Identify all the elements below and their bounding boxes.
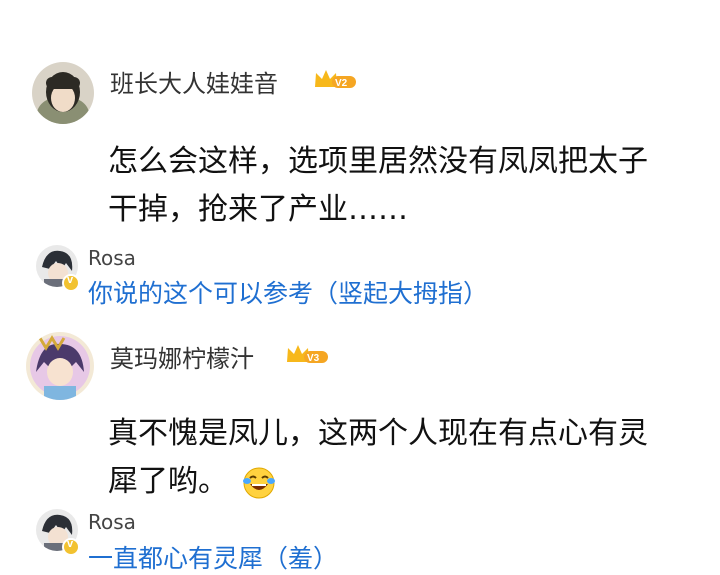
vip-level-badge: V3 <box>284 342 330 366</box>
comment-line-1: 真不愧是凤儿，这两个人现在有点心有灵 <box>108 416 648 451</box>
commenter-avatar[interactable] <box>32 62 94 124</box>
comment-line-2-text: 犀了哟。 <box>108 464 228 499</box>
comment-line-2: 干掉，抢来了产业…… <box>108 192 408 227</box>
reply-username[interactable]: Rosa <box>88 510 136 534</box>
comment-1: 班长大人娃娃音 V2 怎么会这样，选项里居然没有凤凤把太子 干掉，抢来了产业……… <box>0 0 720 308</box>
verified-badge-icon: v <box>62 274 80 292</box>
verified-badge-text: v <box>67 274 74 286</box>
vip-level-badge: V2 <box>312 67 358 91</box>
laughing-tears-emoji-icon <box>242 466 276 500</box>
comment-line-1: 怎么会这样，选项里居然没有凤凤把太子 <box>108 144 648 179</box>
crown-icon: V2 <box>315 70 356 89</box>
reply-text: 你说的这个可以参考（竖起大拇指） <box>88 279 489 308</box>
reply-text: 一直都心有灵犀（羞） <box>88 544 339 573</box>
comment-2: 莫玛娜柠檬汁 V3 真不愧是凤儿，这两个人现在有点心有灵 犀了哟。 v Rosa… <box>0 320 720 573</box>
verified-badge-icon: v <box>62 538 80 556</box>
commenter-username[interactable]: 班长大人娃娃音 <box>110 64 278 99</box>
vip-level-text: V2 <box>335 78 348 89</box>
comment-text: 怎么会这样，选项里居然没有凤凤把太子 干掉，抢来了产业…… <box>108 138 708 234</box>
verified-badge-text: v <box>67 538 74 550</box>
commenter-username[interactable]: 莫玛娜柠檬汁 <box>110 339 254 374</box>
vip-level-text: V3 <box>307 353 320 364</box>
commenter-avatar[interactable] <box>26 332 94 400</box>
crown-icon: V3 <box>287 345 328 364</box>
comment-text: 真不愧是凤儿，这两个人现在有点心有灵 犀了哟。 <box>108 410 708 506</box>
comment-line-2: 犀了哟。 <box>108 458 708 506</box>
reply-username[interactable]: Rosa <box>88 246 136 270</box>
